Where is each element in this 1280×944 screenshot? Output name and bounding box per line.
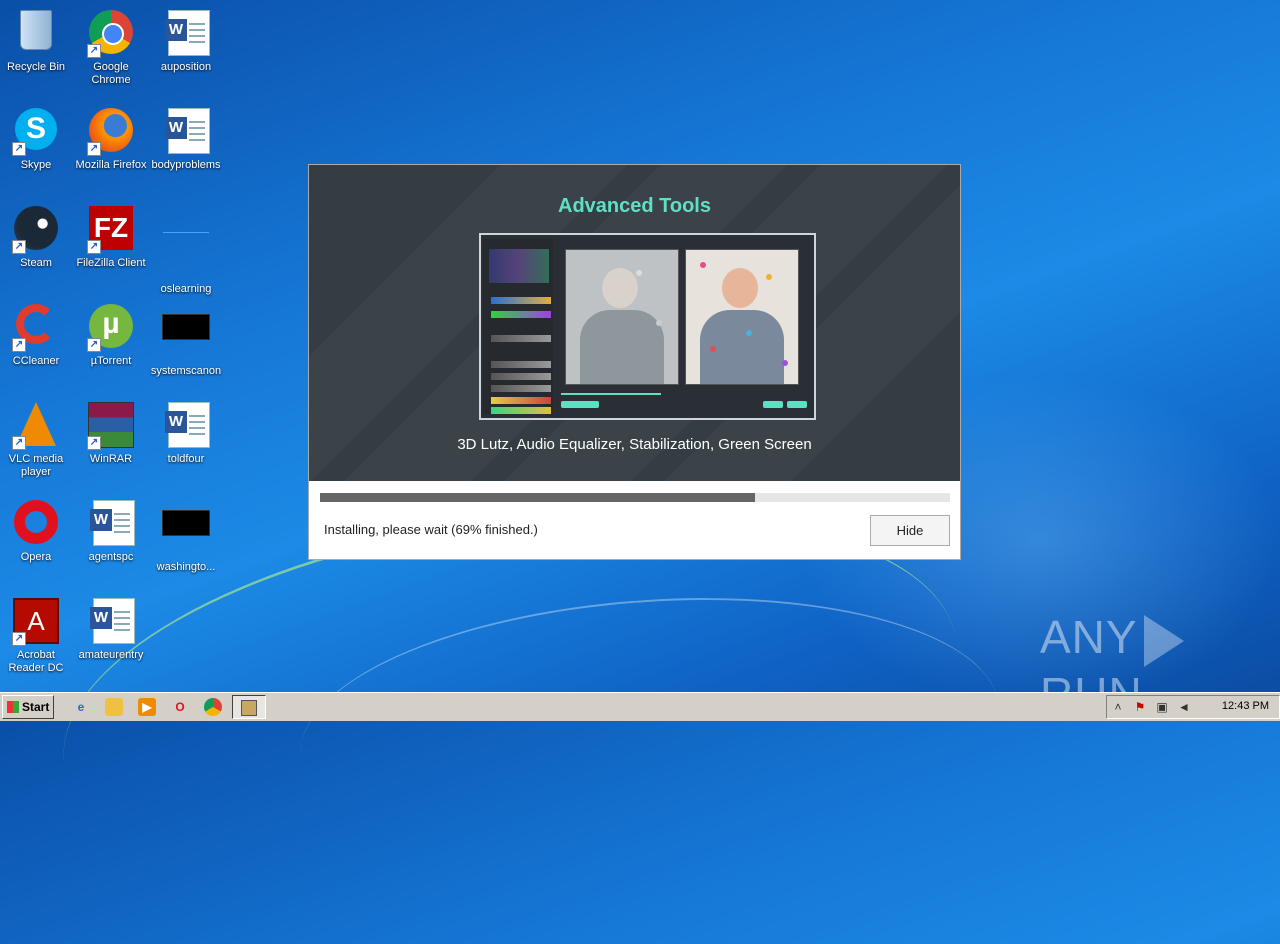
skype-icon: S ↗: [12, 108, 60, 156]
taskbar: Start e ▶ O ˄ ⚑ ▣ ◄ 12:43 PM: [0, 692, 1280, 721]
desktop-icon-mozilla-firefox[interactable]: ↗ Mozilla Firefox: [73, 104, 149, 194]
start-button[interactable]: Start: [2, 695, 54, 719]
preview-side-panel: [483, 239, 553, 414]
desktop-icon-utorrent[interactable]: µ ↗ µTorrent: [73, 300, 149, 390]
word-doc-icon: [162, 10, 210, 58]
system-tray: ˄ ⚑ ▣ ◄ 12:43 PM: [1106, 695, 1280, 719]
banner-title: Advanced Tools: [558, 195, 711, 217]
ie-icon[interactable]: e: [72, 698, 90, 716]
explorer-icon[interactable]: [105, 698, 123, 716]
desktop-icon-label: oslearning: [160, 283, 212, 295]
desktop-icon-toldfour[interactable]: toldfour: [148, 398, 224, 488]
hide-button[interactable]: Hide: [870, 515, 950, 546]
recycle-bin-icon: [12, 10, 60, 58]
media-player-icon[interactable]: ▶: [138, 698, 156, 716]
installer-banner: Advanced Tools 3D Lutz, Audio Equalizer,…: [309, 165, 960, 481]
desktop-icon-label: CCleaner: [12, 355, 60, 367]
shortcut-arrow-icon: ↗: [87, 338, 101, 352]
desktop-icon-label: µTorrent: [90, 355, 132, 367]
desktop-icon-label: VLC media player: [8, 453, 64, 478]
desktop-icon-winrar[interactable]: ↗ WinRAR: [73, 398, 149, 488]
desktop-icon-ccleaner[interactable]: ↗ CCleaner: [0, 300, 74, 390]
shortcut-arrow-icon: ↗: [12, 632, 26, 646]
winrar-icon: ↗: [87, 402, 135, 450]
shortcut-arrow-icon: ↗: [12, 436, 26, 450]
word-doc-icon: [87, 500, 135, 548]
acrobat-icon: A ↗: [12, 598, 60, 646]
chrome-icon[interactable]: [204, 698, 222, 716]
feature-preview-image: [479, 233, 816, 420]
network-icon[interactable]: ▣: [1155, 700, 1169, 714]
clock[interactable]: 12:43 PM: [1222, 700, 1269, 712]
install-progress-bar: [320, 493, 950, 502]
vlc-icon: ↗: [12, 402, 60, 450]
word-doc-icon: [87, 598, 135, 646]
desktop-icon-label: Mozilla Firefox: [75, 159, 147, 171]
action-center-icon[interactable]: ⚑: [1133, 700, 1147, 714]
desktop-icon-label: washingto...: [156, 561, 216, 573]
desktop-icon-label: Steam: [20, 257, 52, 269]
desktop-icon-oslearning[interactable]: oslearning: [148, 202, 224, 295]
desktop-icon-label: auposition: [160, 61, 212, 73]
desktop-icon-recycle-bin[interactable]: Recycle Bin: [0, 6, 74, 96]
blank-file-icon: [162, 232, 210, 280]
opera-icon: [12, 500, 60, 548]
black-file-icon: [162, 314, 210, 362]
install-status-text: Installing, please wait (69% finished.): [324, 522, 538, 537]
installer-icon: [241, 700, 257, 716]
preview-photo-after: [685, 249, 799, 385]
preview-photo-before: [565, 249, 679, 385]
desktop-icon-opera[interactable]: Opera: [0, 496, 74, 586]
desktop-icon-agentspc[interactable]: agentspc: [73, 496, 149, 586]
shortcut-arrow-icon: ↗: [12, 142, 26, 156]
word-doc-icon: [162, 108, 210, 156]
desktop-icon-label: Skype: [20, 159, 52, 171]
desktop-icon-label: toldfour: [167, 453, 205, 465]
desktop-icon-label: amateurentry: [78, 649, 144, 661]
desktop-icon-label: Recycle Bin: [6, 61, 66, 73]
word-doc-icon: [162, 402, 210, 450]
desktop-icon-label: bodyproblems: [151, 159, 221, 171]
desktop-icon-acrobat-reader-dc[interactable]: A ↗ Acrobat Reader DC: [0, 594, 74, 684]
desktop-icon-label: Acrobat Reader DC: [8, 649, 64, 674]
desktop-icon-steam[interactable]: ↗ Steam: [0, 202, 74, 292]
shortcut-arrow-icon: ↗: [87, 240, 101, 254]
desktop-icon-systemscanon[interactable]: systemscanon: [148, 300, 224, 390]
desktop-icon-washingto[interactable]: washingto...: [148, 496, 224, 586]
shortcut-arrow-icon: ↗: [87, 436, 101, 450]
play-logo-icon: [1143, 614, 1184, 667]
desktop-icon-label: agentspc: [88, 551, 134, 563]
install-progress-fill: [320, 493, 755, 502]
volume-icon[interactable]: ◄: [1177, 700, 1191, 714]
chrome-icon: ↗: [87, 10, 135, 58]
shortcut-arrow-icon: ↗: [12, 240, 26, 254]
desktop-icon-label: systemscanon: [150, 365, 222, 377]
show-hidden-icon[interactable]: ˄: [1111, 700, 1125, 714]
opera-icon[interactable]: O: [171, 698, 189, 716]
desktop-icon-label: Google Chrome: [91, 61, 131, 86]
desktop-icon-google-chrome[interactable]: ↗ Google Chrome: [73, 6, 149, 96]
installer-window: Advanced Tools 3D Lutz, Audio Equalizer,…: [308, 164, 961, 560]
utorrent-icon: µ ↗: [87, 304, 135, 352]
desktop-icon-amateurentry[interactable]: amateurentry: [73, 594, 149, 684]
desktop-icon-vlc-media-player[interactable]: ↗ VLC media player: [0, 398, 74, 488]
shortcut-arrow-icon: ↗: [87, 142, 101, 156]
shortcut-arrow-icon: ↗: [12, 338, 26, 352]
desktop-icon-filezilla-client[interactable]: FZ ↗ FileZilla Client: [73, 202, 149, 292]
firefox-icon: ↗: [87, 108, 135, 156]
ccleaner-icon: ↗: [12, 304, 60, 352]
windows-flag-icon: [7, 701, 19, 713]
filezilla-icon: FZ ↗: [87, 206, 135, 254]
desktop-icon-label: WinRAR: [89, 453, 133, 465]
shortcut-arrow-icon: ↗: [87, 44, 101, 58]
desktop-icon-skype[interactable]: S ↗ Skype: [0, 104, 74, 194]
desktop-icon-auposition[interactable]: auposition: [148, 6, 224, 96]
desktop-icon-label: FileZilla Client: [76, 257, 146, 269]
black-file-icon: [162, 510, 210, 558]
taskbar-item-installer[interactable]: [232, 695, 266, 719]
desktop-icon-label: Opera: [20, 551, 52, 563]
desktop-icon-bodyproblems[interactable]: bodyproblems: [148, 104, 224, 194]
steam-icon: ↗: [12, 206, 60, 254]
banner-subtitle: 3D Lutz, Audio Equalizer, Stabilization,…: [457, 436, 812, 453]
